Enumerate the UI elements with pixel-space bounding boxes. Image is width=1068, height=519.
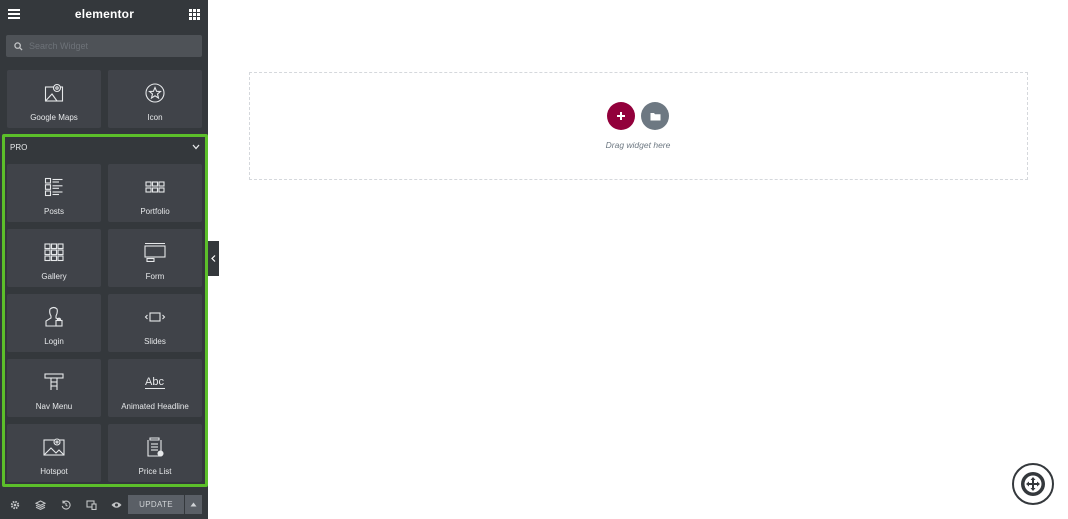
editor-panel: elementor Google Maps Icon PRO Posts [0, 0, 208, 519]
responsive-mode-icon[interactable] [85, 498, 98, 511]
hamburger-menu-icon[interactable] [8, 9, 20, 19]
move-arrows-icon [1021, 472, 1045, 496]
widget-icon[interactable]: Icon [108, 70, 202, 128]
search-bar [6, 35, 202, 57]
panel-header: elementor [0, 0, 208, 28]
chevron-left-icon [211, 255, 216, 262]
map-pin-icon [44, 82, 64, 104]
drop-zone[interactable] [249, 72, 1028, 180]
chevron-up-icon [190, 502, 197, 507]
update-options-button[interactable] [185, 495, 202, 514]
widget-label: Google Maps [30, 113, 78, 122]
star-circle-icon [145, 82, 165, 104]
elementor-logo: elementor [74, 7, 135, 21]
settings-gear-icon[interactable] [8, 498, 21, 511]
update-button[interactable]: UPDATE [128, 495, 184, 514]
eye-preview-icon[interactable] [110, 498, 123, 511]
panel-collapse-toggle[interactable] [208, 241, 219, 276]
pro-section-highlight [2, 134, 208, 487]
add-template-button[interactable] [641, 102, 669, 130]
widget-google-maps[interactable]: Google Maps [7, 70, 101, 128]
widget-label: Icon [147, 113, 163, 122]
history-icon[interactable] [59, 498, 72, 511]
add-section-button[interactable] [607, 102, 635, 130]
search-icon [14, 41, 23, 51]
drag-widget-hint: Drag widget here [605, 140, 671, 150]
folder-icon [650, 112, 660, 120]
layers-icon[interactable] [34, 498, 47, 511]
navigator-button[interactable] [1012, 463, 1054, 505]
plus-icon [617, 112, 625, 120]
search-input[interactable] [29, 41, 189, 51]
widgets-grid-icon[interactable] [189, 8, 200, 20]
